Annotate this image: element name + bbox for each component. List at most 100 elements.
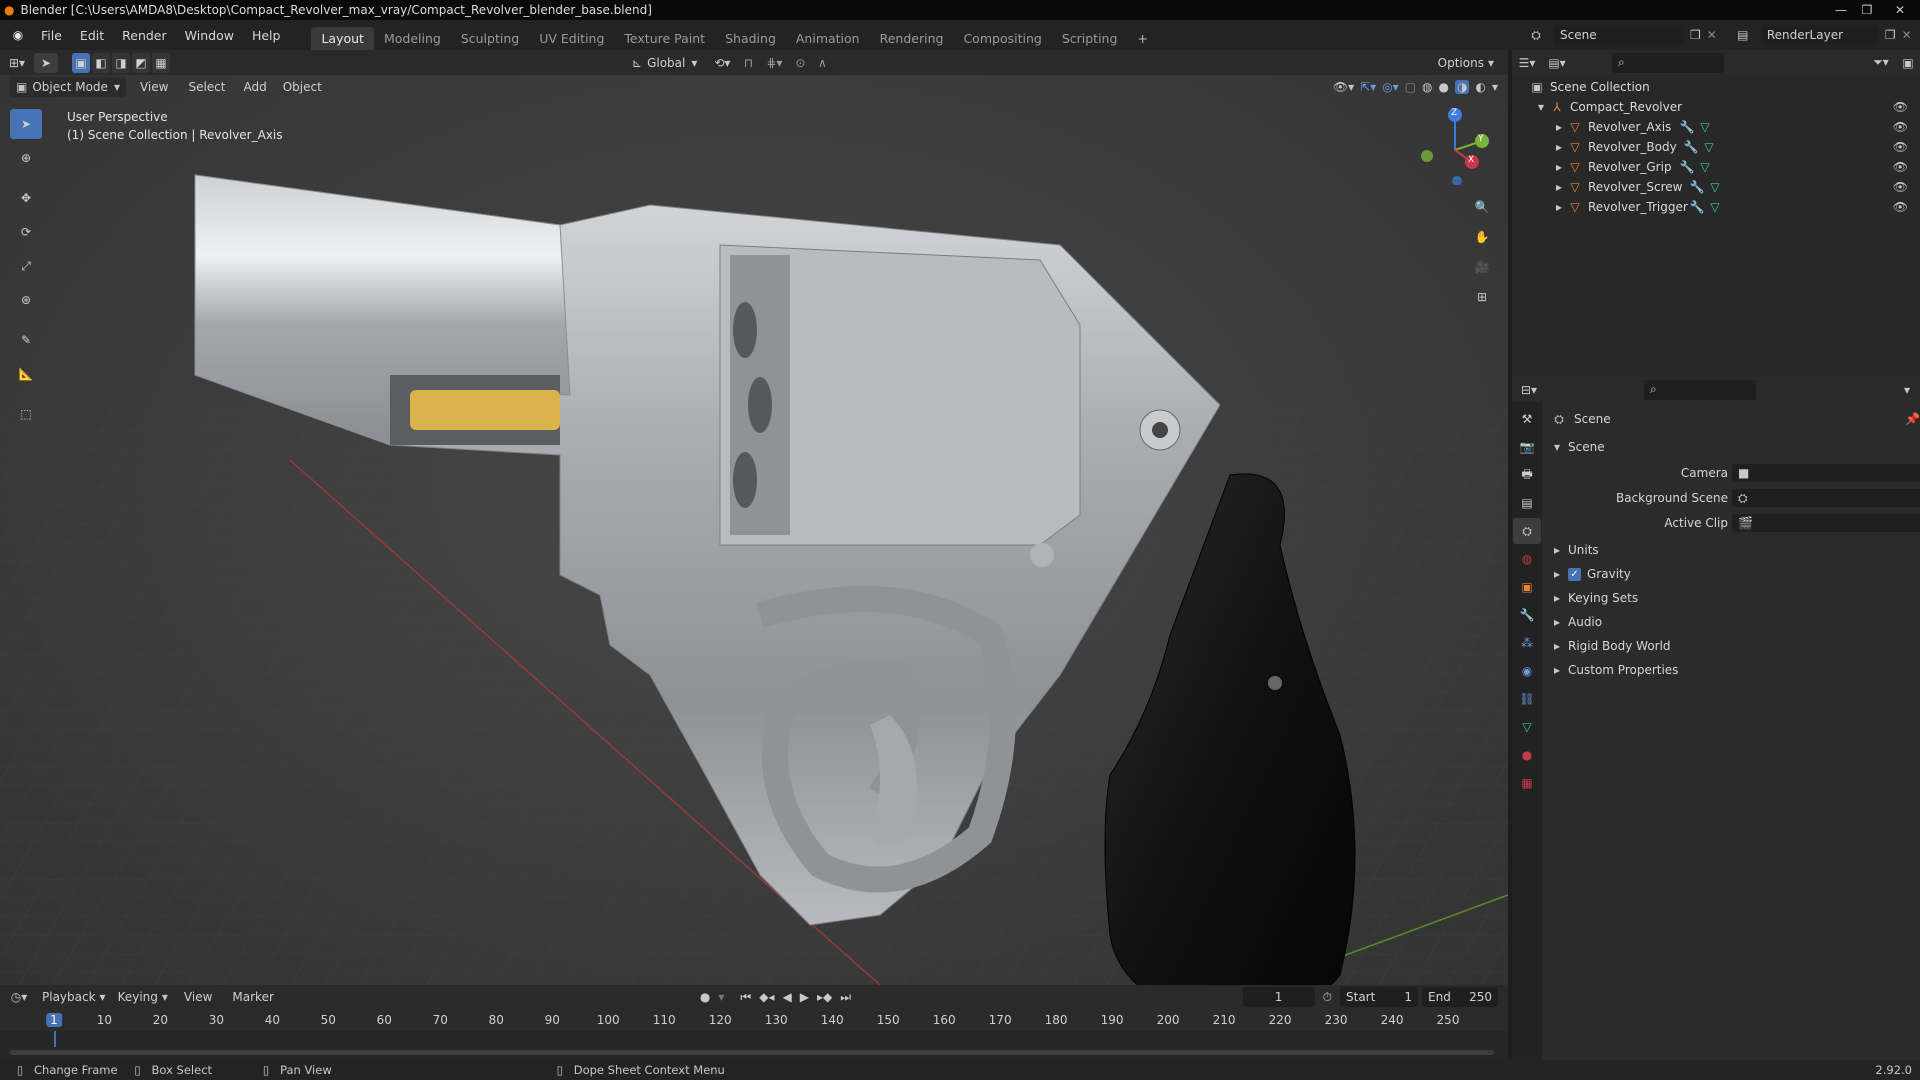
new-view-layer-icon[interactable]: ❐ bbox=[1885, 28, 1896, 42]
current-frame-field[interactable]: 1 bbox=[1242, 987, 1315, 1007]
tab-scripting[interactable]: Scripting bbox=[1052, 27, 1128, 50]
scale-tool[interactable]: ⤢ bbox=[10, 251, 42, 281]
timeline-menu-marker[interactable]: Marker bbox=[232, 990, 273, 1004]
gravity-checkbox[interactable]: ✓ bbox=[1568, 567, 1581, 581]
zoom-icon[interactable]: 🔍 bbox=[1470, 195, 1494, 219]
scene-panel-header[interactable]: ▾ Scene bbox=[1542, 436, 1920, 458]
mesh-data-icon[interactable]: ▽ bbox=[1706, 180, 1724, 194]
pin-icon[interactable]: 📌 bbox=[1905, 412, 1920, 426]
proportional-edit-icon[interactable]: ⊙ bbox=[789, 56, 811, 70]
viewport-menu-select[interactable]: Select bbox=[188, 80, 225, 94]
expand-arrow-icon[interactable]: ▸ bbox=[1552, 120, 1566, 134]
menu-file[interactable]: File bbox=[32, 28, 71, 43]
menu-edit[interactable]: Edit bbox=[71, 28, 113, 43]
menu-window[interactable]: Window bbox=[176, 28, 243, 43]
outliner-object-row[interactable]: ▸ ▽ Revolver_Axis 🔧 ▽ 👁 bbox=[1512, 117, 1920, 137]
pivot-point-icon[interactable]: ⟲▾ bbox=[707, 56, 737, 70]
menu-help[interactable]: Help bbox=[243, 28, 290, 43]
tool-tab-icon[interactable]: ⚒ bbox=[1513, 406, 1541, 432]
viewport-menu-view[interactable]: View bbox=[140, 80, 168, 94]
outliner-object-row[interactable]: ▸ ▽ Revolver_Trigger 🔧 ▽ 👁 bbox=[1512, 197, 1920, 217]
select-tool-icon[interactable]: ➤ bbox=[34, 52, 58, 73]
modifier-wrench-icon[interactable]: 🔧 bbox=[1682, 140, 1700, 154]
visibility-eye-icon[interactable]: 👁 bbox=[1893, 120, 1908, 134]
move-tool[interactable]: ✥ bbox=[10, 183, 42, 213]
close-button[interactable]: ✕ bbox=[1880, 1, 1920, 19]
timeline-menu-view[interactable]: View bbox=[184, 990, 212, 1004]
view-layer-icon[interactable]: ▤ bbox=[1731, 28, 1755, 42]
mesh-data-icon[interactable]: ▽ bbox=[1696, 160, 1714, 174]
start-frame-field[interactable]: Start 1 bbox=[1340, 987, 1418, 1007]
snap-icon[interactable]: ⊓ bbox=[737, 56, 759, 70]
gizmo-icon[interactable]: ⇱▾ bbox=[1360, 80, 1376, 94]
frame-ruler[interactable]: 1 10 20 30 40 50 60 70 80 90 100 110 120 130 140 150 160… bbox=[0, 1009, 1508, 1031]
texture-tab-icon[interactable]: ▦ bbox=[1513, 770, 1541, 796]
properties-search-input[interactable]: ⌕ bbox=[1644, 379, 1756, 400]
select-mode-set-icon[interactable]: ▣ bbox=[72, 52, 90, 73]
filter-icon[interactable]: ⏷▾ bbox=[1866, 55, 1896, 70]
navigation-gizmo[interactable]: Z Y X bbox=[1415, 105, 1495, 186]
overlays-icon[interactable]: ◎▾ bbox=[1382, 80, 1399, 94]
keying-dropdown[interactable]: Keying ▾ bbox=[111, 987, 174, 1007]
view-layer-field[interactable]: RenderLayer bbox=[1760, 25, 1879, 45]
xray-icon[interactable]: ▢ bbox=[1405, 80, 1416, 94]
outliner-object-row[interactable]: ▸ ▽ Revolver_Screw 🔧 ▽ 👁 bbox=[1512, 177, 1920, 197]
minimize-button[interactable]: — bbox=[1828, 1, 1854, 19]
add-workspace-button[interactable]: + bbox=[1127, 27, 1157, 50]
visibility-eye-icon[interactable]: 👁 bbox=[1893, 160, 1908, 174]
modifier-tab-icon[interactable]: 🔧 bbox=[1513, 602, 1541, 628]
play-icon[interactable]: ▶ bbox=[800, 990, 809, 1004]
expand-arrow-icon[interactable]: ▸ bbox=[1552, 180, 1566, 194]
falloff-icon[interactable]: ∧ bbox=[811, 56, 833, 70]
custom-properties-panel-header[interactable]: ▸ Custom Properties bbox=[1542, 659, 1920, 681]
chevron-down-icon[interactable]: ▾ bbox=[718, 990, 724, 1004]
physics-tab-icon[interactable]: ◉ bbox=[1513, 658, 1541, 684]
scene-tab-icon[interactable]: ⛭ bbox=[1513, 518, 1541, 544]
blender-menu-icon[interactable]: ◉ bbox=[4, 28, 32, 42]
material-shading-icon[interactable]: ◑ bbox=[1455, 80, 1470, 94]
tab-texture-paint[interactable]: Texture Paint bbox=[614, 27, 715, 50]
display-mode-icon[interactable]: ▤▾ bbox=[1542, 56, 1572, 70]
editor-type-icon[interactable]: ⊞▾ bbox=[0, 56, 34, 70]
maximize-button[interactable]: ❐ bbox=[1854, 1, 1880, 19]
data-tab-icon[interactable]: ▽ bbox=[1513, 714, 1541, 740]
gravity-panel-header[interactable]: ▸ ✓ Gravity bbox=[1542, 563, 1920, 585]
wireframe-shading-icon[interactable]: ◍ bbox=[1422, 80, 1432, 94]
tab-modeling[interactable]: Modeling bbox=[374, 27, 451, 50]
outliner-search-input[interactable]: ⌕ bbox=[1612, 52, 1724, 73]
transform-orientation-dropdown[interactable]: ⊾ Global ▾ bbox=[626, 52, 704, 73]
outliner-collection[interactable]: ▾ ⅄ Compact_Revolver 👁 bbox=[1512, 97, 1920, 117]
outliner-object-row[interactable]: ▸ ▽ Revolver_Body 🔧 ▽ 👁 bbox=[1512, 137, 1920, 157]
world-tab-icon[interactable]: ◍ bbox=[1513, 546, 1541, 572]
camera-view-icon[interactable]: 🎥 bbox=[1470, 255, 1494, 279]
rigid-body-world-panel-header[interactable]: ▸ Rigid Body World bbox=[1542, 635, 1920, 657]
options-dropdown[interactable]: Options ▾ bbox=[1431, 52, 1500, 73]
playback-dropdown[interactable]: Playback ▾ bbox=[36, 987, 112, 1007]
menu-render[interactable]: Render bbox=[113, 28, 176, 43]
render-tab-icon[interactable]: 📷 bbox=[1513, 434, 1541, 460]
shading-options-icon[interactable]: ▾ bbox=[1492, 80, 1498, 94]
visibility-eye-icon[interactable]: 👁 bbox=[1893, 140, 1908, 154]
select-mode-invert-icon[interactable]: ◩ bbox=[132, 52, 150, 73]
outliner-editor-icon[interactable]: ☰▾ bbox=[1512, 56, 1542, 70]
timeline-track-area[interactable] bbox=[0, 1031, 1508, 1060]
scene-icon[interactable]: ⛭ bbox=[1524, 28, 1548, 43]
new-scene-icon[interactable]: ❐ bbox=[1690, 28, 1701, 42]
play-reverse-icon[interactable]: ◀ bbox=[782, 990, 791, 1004]
select-mode-subtract-icon[interactable]: ◨ bbox=[112, 52, 130, 73]
visibility-eye-icon[interactable]: 👁 bbox=[1893, 180, 1908, 194]
object-tab-icon[interactable]: ▣ bbox=[1513, 574, 1541, 600]
view-layer-tab-icon[interactable]: ▤ bbox=[1513, 490, 1541, 516]
expand-arrow-icon[interactable]: ▾ bbox=[1534, 100, 1548, 114]
tab-animation[interactable]: Animation bbox=[786, 27, 870, 50]
tab-shading[interactable]: Shading bbox=[715, 27, 786, 50]
mesh-data-icon[interactable]: ▽ bbox=[1700, 140, 1718, 154]
output-tab-icon[interactable]: 🖶 bbox=[1513, 462, 1541, 488]
solid-shading-icon[interactable]: ● bbox=[1439, 80, 1449, 94]
mesh-data-icon[interactable]: ▽ bbox=[1706, 200, 1724, 214]
delete-view-layer-icon[interactable]: ✕ bbox=[1902, 28, 1912, 42]
rotate-tool[interactable]: ⟳ bbox=[10, 217, 42, 247]
select-mode-intersect-icon[interactable]: ▦ bbox=[152, 52, 170, 73]
prev-keyframe-icon[interactable]: ◆◂ bbox=[759, 990, 774, 1004]
outliner-scene-collection[interactable]: ▣ Scene Collection bbox=[1512, 77, 1920, 97]
